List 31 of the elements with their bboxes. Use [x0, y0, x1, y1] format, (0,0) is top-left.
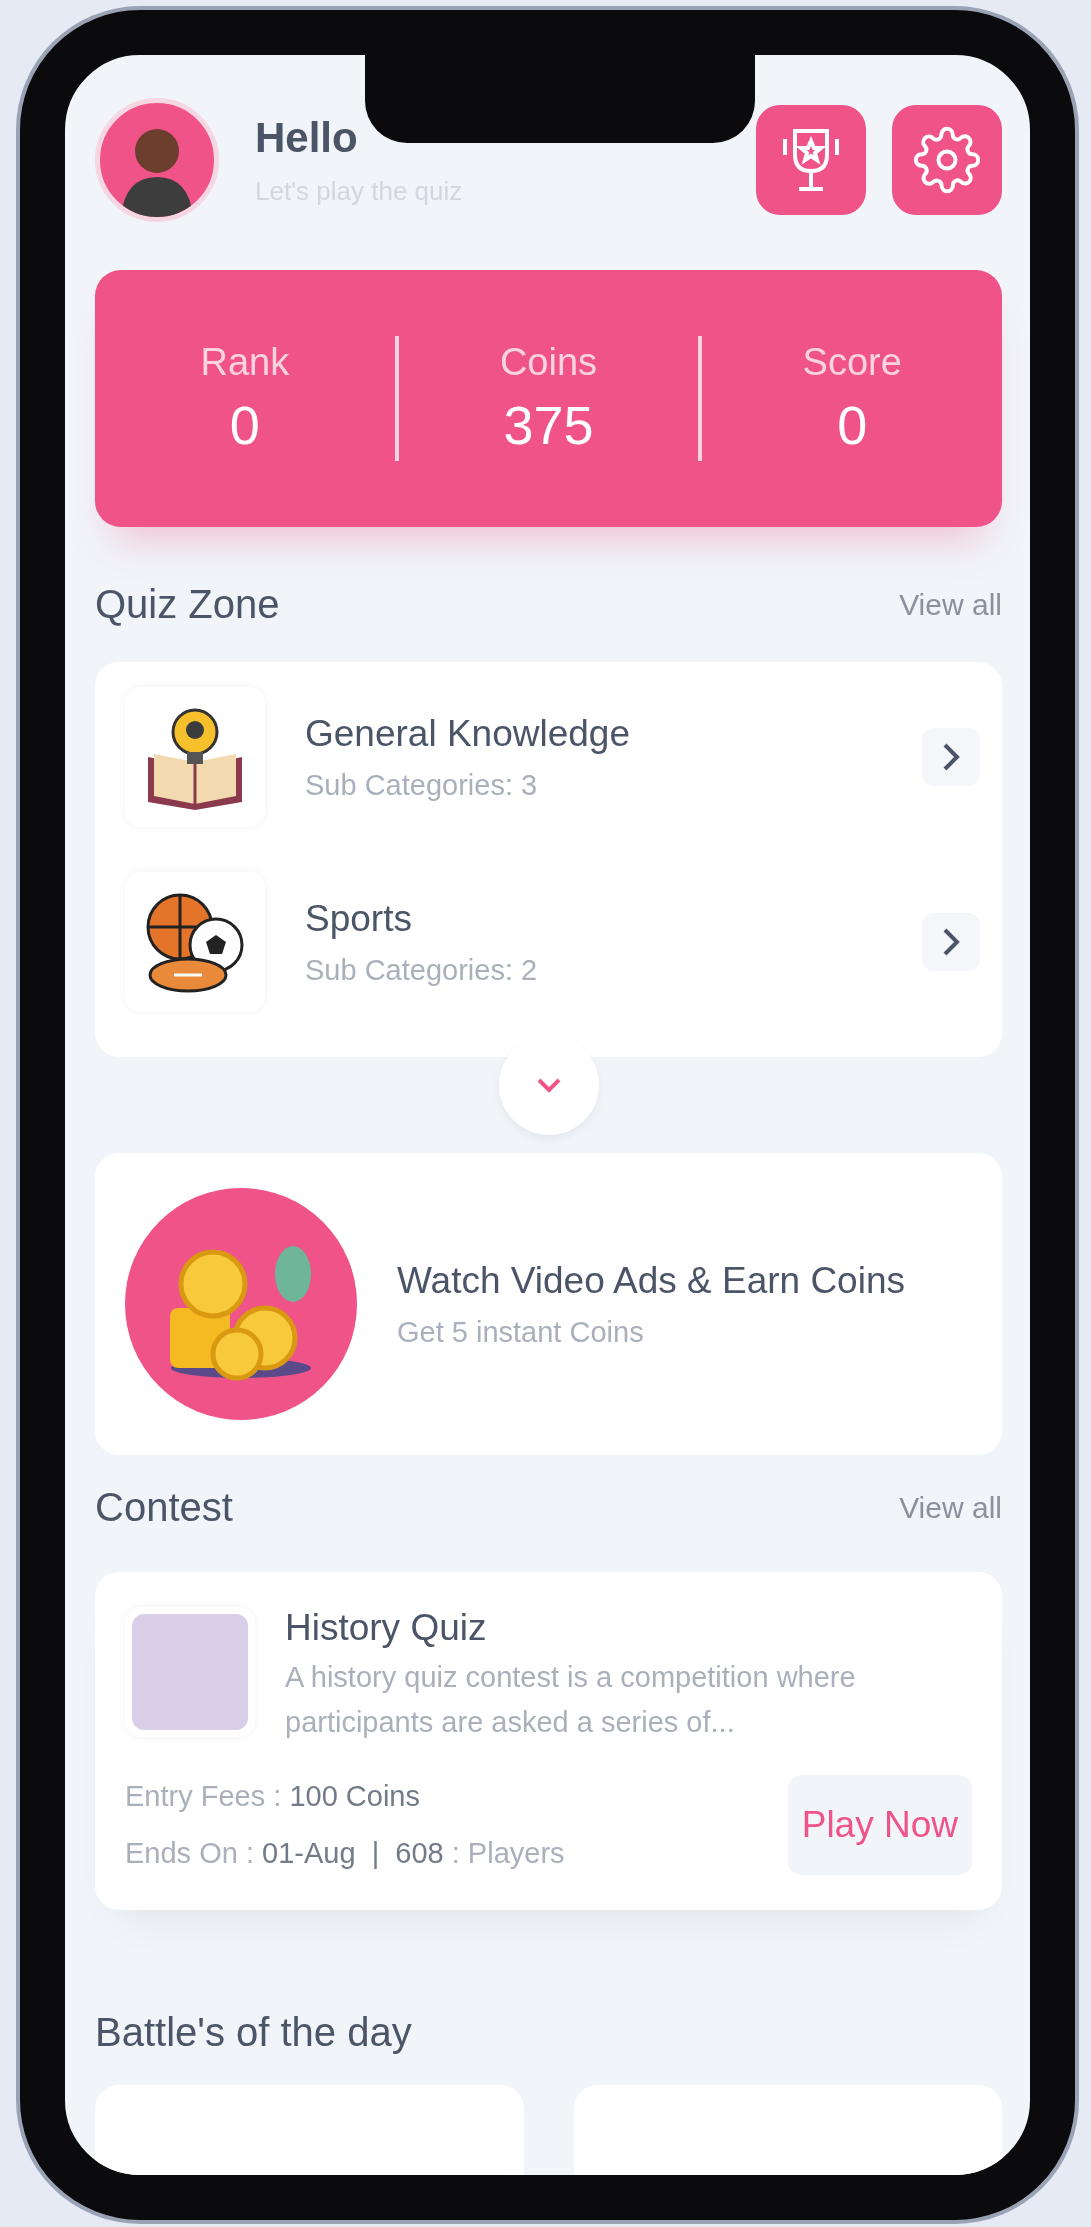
stat-label: Score — [802, 341, 902, 384]
settings-icon — [913, 126, 981, 194]
coins-stack-icon — [125, 1188, 357, 1420]
ads-title: Watch Video Ads & Earn Coins — [397, 1259, 906, 1302]
stat-label: Rank — [200, 341, 290, 384]
section-title: Battle's of the day — [95, 2010, 413, 2055]
open-category-button[interactable] — [922, 913, 980, 971]
contest-name: History Quiz — [285, 1607, 488, 1649]
category-row[interactable]: Sports Sub Categories: 2 — [125, 872, 1002, 1012]
category-subtitle: Sub Categories: 3 — [305, 768, 539, 802]
stat-label: Coins — [499, 341, 598, 384]
category-subtitle: Sub Categories: 2 — [305, 953, 539, 987]
entry-fee-text: Entry Fees : 100 Coins — [125, 1780, 421, 1813]
ads-card[interactable]: Watch Video Ads & Earn Coins Get 5 instant Coins — [95, 1153, 1002, 1455]
ads-subtitle: Get 5 instant Coins — [397, 1315, 645, 1349]
contest-description: A history quiz contest is a competition where participants are asked a series of... — [285, 1660, 857, 1740]
category-name: General Knowledge — [305, 712, 631, 755]
chevron-right-icon — [941, 741, 961, 773]
stat-value: 375 — [503, 394, 594, 456]
stat-value: 0 — [837, 394, 868, 456]
category-name: Sports — [305, 897, 413, 940]
leaderboard-button[interactable] — [756, 105, 866, 215]
chevron-right-icon — [941, 926, 961, 958]
category-row[interactable]: General Knowledge Sub Categories: 3 — [125, 687, 1002, 827]
open-category-button[interactable] — [922, 728, 980, 786]
settings-button[interactable] — [892, 105, 1002, 215]
section-title: Contest — [95, 1485, 233, 1530]
section-title: Quiz Zone — [95, 582, 280, 627]
stat-value: 0 — [229, 394, 260, 456]
greeting-text: Hello — [255, 113, 359, 162]
contest-info-text: Ends On : 01-Aug | 608 : Players — [125, 1837, 566, 1870]
